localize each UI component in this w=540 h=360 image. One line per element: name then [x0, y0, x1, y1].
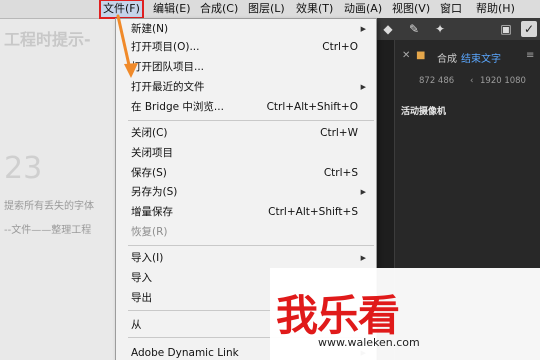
tools-toolbar: ◆ ✎ ✦ ▣ ✓ [376, 18, 540, 40]
close-icon[interactable]: ✕ [402, 50, 410, 61]
menu-item-open-team-project[interactable]: 打开团队项目... [116, 57, 376, 77]
eraser-icon[interactable]: ◆ [380, 21, 396, 37]
watermark: 我乐看 www.waleken.com [270, 268, 540, 360]
menu-item-browse-in-bridge[interactable]: 在 Bridge 中浏览... Ctrl+Alt+Shift+O [116, 97, 376, 117]
menu-item-label: 关闭项目 [131, 147, 173, 159]
menu-animation[interactable]: 动画(A) [341, 0, 385, 18]
menu-help[interactable]: 帮助(H) [473, 0, 518, 18]
menu-item-shortcut: Ctrl+O [322, 41, 358, 53]
menu-item-label: 从 [131, 319, 142, 331]
comp-info-row: 872 486 ‹ 1920 1080 [376, 74, 540, 90]
menu-item-label: 关闭(C) [131, 127, 168, 139]
submenu-arrow-icon: ▶ [360, 254, 366, 262]
menu-item-label: 导出 [131, 292, 152, 304]
comp-tab-label[interactable]: 合成 [437, 50, 457, 65]
menu-item-shortcut: Ctrl+Alt+Shift+S [268, 206, 358, 218]
menu-item-label: 新建(N) [131, 23, 169, 35]
menu-item-save[interactable]: 保存(S) Ctrl+S [116, 163, 376, 183]
comp-info-left: 872 486 [419, 76, 455, 86]
background-heading: 工程时提示- [4, 30, 91, 49]
submenu-arrow-icon: ▶ [360, 25, 366, 33]
menu-item-shortcut: Ctrl+S [323, 167, 358, 179]
menu-bar: 文件(F) 编辑(E) 合成(C) 图层(L) 效果(T) 动画(A) 视图(V… [0, 0, 540, 19]
menu-item-label: 打开团队项目... [131, 61, 205, 73]
menu-item-label: 导入 [131, 272, 152, 284]
chevron-left-icon: ‹ [470, 76, 474, 86]
menu-item-shortcut: Ctrl+Alt+Shift+O [266, 101, 358, 113]
active-camera-label: 活动摄像机 [401, 107, 447, 117]
background-text-line: 提索所有丢失的字体 [4, 201, 94, 212]
menu-item-label: Adobe Dynamic Link [131, 347, 239, 359]
menu-item-label: 保存(S) [131, 167, 167, 179]
background-number: 23 [4, 151, 43, 186]
menu-item-shortcut: Ctrl+W [320, 127, 358, 139]
menu-edit[interactable]: 编辑(E) [150, 0, 194, 18]
menu-item-label: 打开最近的文件 [131, 81, 205, 93]
panel-menu-icon[interactable]: ≡ [526, 50, 534, 61]
menu-composition[interactable]: 合成(C) [197, 0, 241, 18]
composition-tabs: ✕ ■ 合成 结束文字 ≡ [376, 48, 540, 68]
roto-brush-icon[interactable]: ✎ [406, 21, 422, 37]
menu-item-close-project[interactable]: 关闭项目 [116, 143, 376, 163]
menu-item-save-as[interactable]: 另存为(S) ▶ [116, 182, 376, 202]
menu-separator [128, 245, 374, 246]
background-text-line: --文件——整理工程 [4, 225, 92, 236]
menu-item-label: 恢复(R) [131, 226, 168, 238]
menu-layer[interactable]: 图层(L) [245, 0, 288, 18]
puppet-pin-icon[interactable]: ✦ [432, 21, 448, 37]
lock-icon: ■ [416, 50, 426, 61]
workspace-icon[interactable]: ▣ [498, 21, 514, 37]
menu-item-label: 另存为(S) [131, 186, 178, 198]
menu-separator [128, 120, 374, 121]
menu-file[interactable]: 文件(F) [99, 0, 144, 19]
menu-item-revert: 恢复(R) [116, 222, 376, 242]
submenu-arrow-icon: ▶ [360, 83, 366, 91]
menu-item-open-project[interactable]: 打开项目(O)... Ctrl+O [116, 37, 376, 57]
menu-view[interactable]: 视图(V) [389, 0, 433, 18]
watermark-logo: 我乐看 [276, 291, 400, 340]
menu-effect[interactable]: 效果(T) [293, 0, 336, 18]
comp-info-right: 1920 1080 [480, 76, 526, 86]
menu-item-import[interactable]: 导入(I) ▶ [116, 248, 376, 268]
menu-item-label: 增量保存 [131, 206, 173, 218]
menu-window[interactable]: 窗口 [437, 0, 465, 18]
watermark-url: www.waleken.com [318, 336, 420, 349]
menu-item-open-recent[interactable]: 打开最近的文件 ▶ [116, 77, 376, 97]
menu-item-new[interactable]: 新建(N) ▶ [116, 19, 376, 39]
comp-name-tab[interactable]: 结束文字 [461, 50, 501, 65]
background-document: 工程时提示- 23 提索所有丢失的字体 --文件——整理工程 [0, 18, 115, 360]
menu-item-increment-save[interactable]: 增量保存 Ctrl+Alt+Shift+S [116, 202, 376, 222]
menu-item-close[interactable]: 关闭(C) Ctrl+W [116, 123, 376, 143]
submenu-arrow-icon: ▶ [360, 188, 366, 196]
menu-item-label: 导入(I) [131, 252, 164, 264]
screen: 工程时提示- 23 提索所有丢失的字体 --文件——整理工程 文件(F) 编辑(… [0, 0, 540, 360]
menu-item-label: 在 Bridge 中浏览... [131, 101, 224, 113]
checkbox-icon[interactable]: ✓ [521, 21, 537, 37]
menu-item-label: 打开项目(O)... [131, 41, 200, 53]
